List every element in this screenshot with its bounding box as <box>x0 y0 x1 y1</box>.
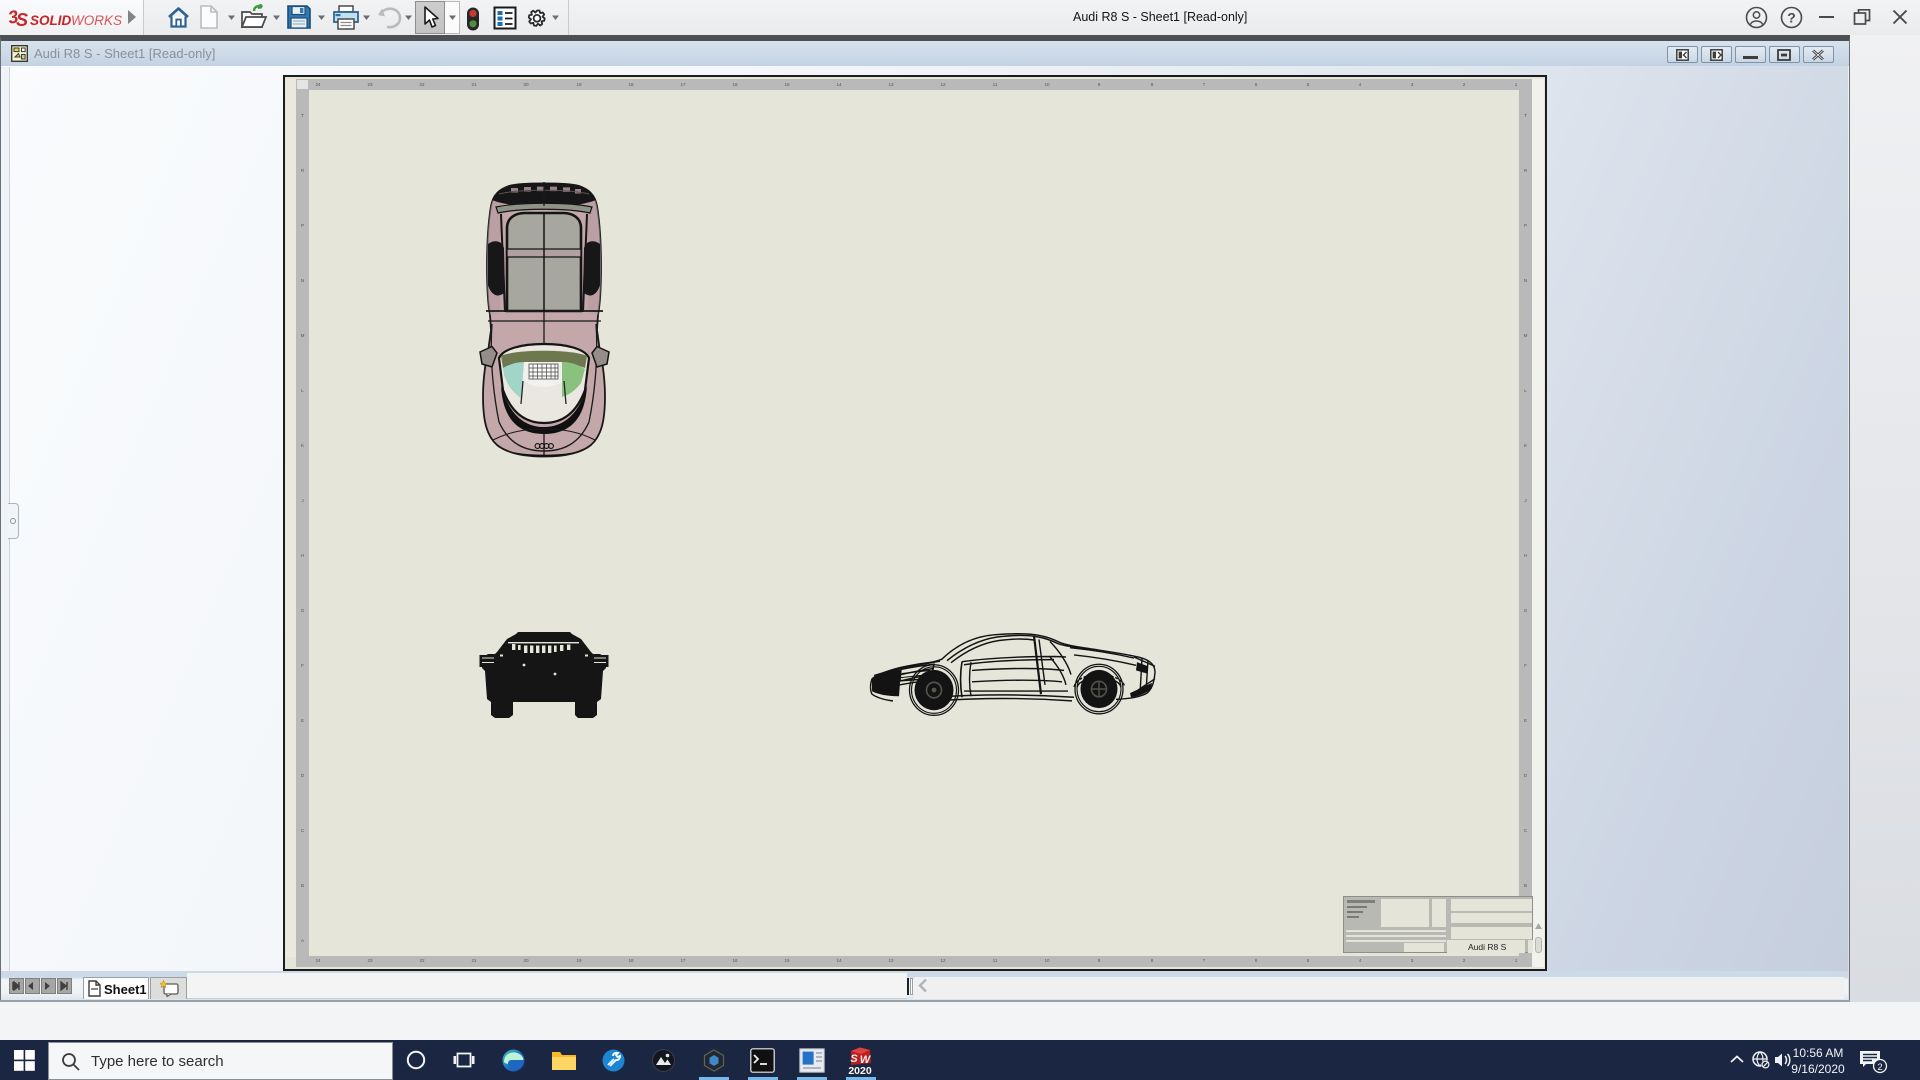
svg-text:2020: 2020 <box>848 1065 872 1076</box>
svg-text:S: S <box>850 1053 858 1065</box>
svg-text:S: S <box>16 10 28 30</box>
svg-text:2: 2 <box>1877 1062 1882 1073</box>
svg-text:SOLID: SOLID <box>30 13 72 28</box>
svg-text:?: ? <box>1787 10 1796 26</box>
svg-text:WORKS: WORKS <box>71 13 122 28</box>
